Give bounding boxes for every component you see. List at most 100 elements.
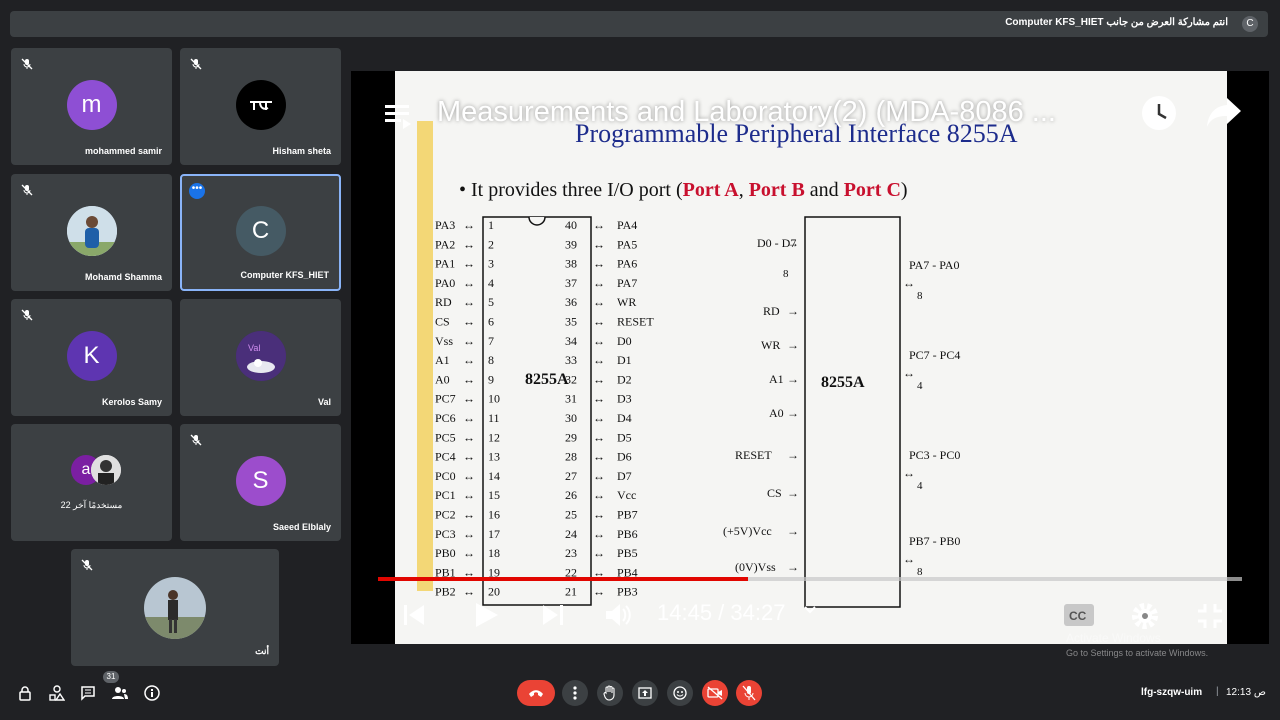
pin-number-right: 39 [565,237,577,251]
pin-arrow-right: ↔ [593,315,605,329]
block-input-label: A0 [769,406,784,420]
playlist-icon[interactable] [383,101,413,131]
pin-number-right: 32 [565,372,577,386]
participant-tile[interactable]: Hisham sheta [180,48,341,165]
pin-number-right: 28 [565,450,577,464]
port-c-text: Port C [843,179,901,201]
bus-width-label: 8 [917,290,923,302]
camera-toggle-button[interactable] [702,680,728,706]
pin-arrow-left: ↔ [463,218,475,232]
meeting-code: lfg-szqw-uim [1141,687,1203,698]
pin-label-left: RD [435,295,452,309]
participant-name: Hisham sheta [272,146,331,156]
watch-later-icon[interactable] [1141,95,1177,131]
share-icon[interactable] [1205,96,1243,130]
avatar [235,79,286,130]
activate-windows-subtitle: Go to Settings to activate Windows. [1066,648,1209,658]
block-input-arrow: → [787,236,799,250]
participant-tile[interactable]: m mohammed samir [11,48,172,165]
play-icon[interactable] [471,600,501,630]
activate-windows-title: Activate Windows [1066,631,1161,645]
participant-tile[interactable]: K Kerolos Samy [11,299,172,416]
participant-tile-active[interactable]: ••• C Computer KFS_HIET [180,174,341,291]
pin-arrow-left: ↔ [463,353,475,367]
pin-arrow-right: ↔ [593,392,605,406]
participant-group-tile[interactable]: a 22 مستخدمًا آخر [11,424,172,541]
pin-arrow-left: ↔ [463,315,475,329]
info-icon[interactable] [144,685,160,701]
previous-icon[interactable] [401,602,427,628]
avatar [91,455,121,485]
present-screen-button[interactable] [632,680,658,706]
participant-name: Computer KFS_HIET [240,270,329,280]
emoji-icon [673,686,687,700]
pin-label-left: PB0 [435,546,456,560]
pin-label-left: PC1 [435,488,456,502]
participant-tile[interactable]: Val Val [180,299,341,416]
more-options-button[interactable] [562,680,588,706]
chat-icon[interactable] [80,685,96,701]
leave-call-button[interactable] [517,680,555,706]
participant-tile[interactable]: S Saeed Elblaly [180,424,341,541]
raise-hand-button[interactable] [597,680,623,706]
pin-label-right: D2 [617,372,632,386]
mic-toggle-button[interactable] [736,680,762,706]
pin-number-left: 9 [488,372,494,386]
reactions-button[interactable] [667,680,693,706]
pin-number-left: 8 [488,353,494,367]
pin-number-left: 17 [488,527,500,541]
participant-tile[interactable]: Mohamd Shamma [11,174,172,291]
pin-number-right: 33 [565,353,577,367]
mic-off-icon [21,309,33,321]
port-b-text: Port B [748,179,805,201]
pin-arrow-left: ↔ [463,527,475,541]
next-icon[interactable] [540,602,566,628]
activities-icon[interactable] [49,685,65,701]
slide-bullet: • It provides three I/O port (Port A, Po… [459,179,908,202]
pin-arrow-right: ↔ [593,295,605,309]
block-output-label: PC7 - PC4 [909,348,960,362]
port-a-text: Port A [682,179,739,201]
avatar: m [66,79,117,130]
avatar [66,205,117,256]
fullscreen-exit-icon[interactable] [1195,601,1225,631]
bus-width-label: 4 [917,380,923,392]
chevron-down-icon[interactable] [803,604,817,616]
pin-number-right: 24 [565,527,577,541]
bus-width-label: 4 [917,480,923,492]
pin-label-right: PB3 [617,585,638,599]
logo-image [249,100,272,110]
host-controls-icon[interactable] [17,685,33,701]
volume-icon[interactable] [603,600,633,630]
pin-number-left: 5 [488,295,494,309]
separator: | [1216,686,1219,697]
block-input-arrow: → [787,486,799,500]
people-icon[interactable] [112,685,128,701]
pin-label-left: PB2 [435,585,456,599]
block-input-label: A1 [769,372,784,386]
pin-label-right: WR [617,295,636,309]
settings-icon[interactable] [1130,601,1160,631]
progress-bar[interactable] [378,577,1242,581]
presenting-text: Computer KFS_HIET انتم مشاركة العرض من ج… [1005,17,1228,28]
block-output-label: PC3 - PC0 [909,448,960,462]
more-options-icon[interactable]: ••• [189,183,205,199]
self-tile[interactable]: أنت [71,549,279,666]
bus-width-label: 8 [783,268,789,280]
pin-label-left: PC0 [435,469,456,483]
pin-number-right: 30 [565,411,577,425]
pin-arrow-left: ↔ [463,546,475,560]
participants-count-badge: 31 [103,671,119,683]
pin-arrow-right: ↔ [593,237,605,251]
pin-number-right: 38 [565,257,577,271]
video-title[interactable]: Measurements and Laboratory(2) (MDA-8086… [437,96,1056,129]
participant-name: Val [317,397,331,407]
pin-number-right: 35 [565,315,577,329]
captions-icon[interactable]: CC [1063,603,1095,627]
mic-off-icon [21,184,33,196]
pin-label-left: PC6 [435,411,456,425]
pin-number-left: 4 [488,276,494,290]
avatar: S [235,455,286,506]
pin-number-right: 34 [565,334,577,348]
pin-arrow-right: ↔ [593,546,605,560]
